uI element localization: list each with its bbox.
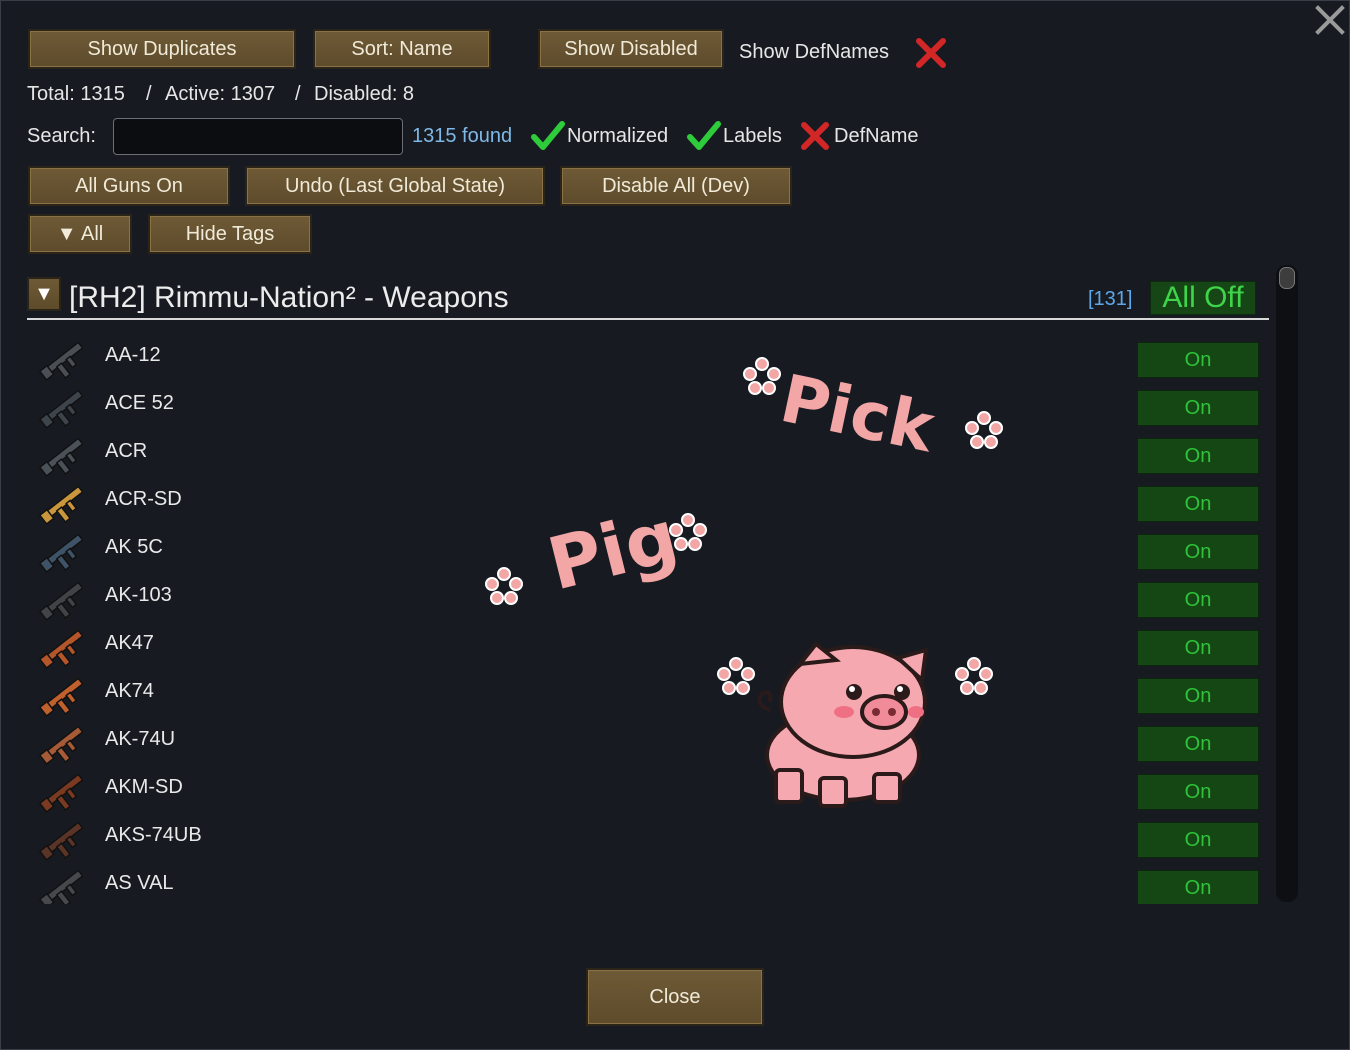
weapon-name: AK 5C bbox=[105, 536, 163, 558]
weapon-name: AK-74U bbox=[105, 728, 176, 750]
disable-all-button[interactable]: Disable All (Dev) bbox=[560, 166, 792, 206]
weapon-row: AKM-SD On bbox=[27, 764, 1267, 813]
show-disabled-button[interactable]: Show Disabled bbox=[538, 29, 724, 69]
weapon-icon bbox=[38, 534, 83, 573]
stats-separator: / bbox=[295, 83, 301, 105]
weapon-name: ACR bbox=[105, 440, 148, 462]
all-guns-on-button[interactable]: All Guns On bbox=[28, 166, 230, 206]
group-title: [RH2] Rimmu-Nation² - Weapons bbox=[69, 281, 509, 314]
flower-icon bbox=[955, 657, 993, 695]
weapon-toggle-button[interactable]: On bbox=[1137, 582, 1259, 618]
active-count: Active: 1307 bbox=[165, 83, 276, 105]
pig-icon bbox=[757, 641, 929, 808]
weapon-toggle-button[interactable]: On bbox=[1137, 438, 1259, 474]
weapon-row: AA-12 On bbox=[27, 332, 1267, 381]
weapon-name: AK47 bbox=[105, 632, 154, 654]
weapon-toggle-button[interactable]: On bbox=[1137, 534, 1259, 570]
search-input[interactable] bbox=[113, 118, 403, 155]
show-defnames-label[interactable]: Show DefNames bbox=[739, 41, 889, 64]
defname-filter-label[interactable]: DefName bbox=[834, 125, 918, 148]
weapon-row: AKS-74UB On bbox=[27, 812, 1267, 861]
weapon-icon bbox=[38, 486, 83, 525]
stats-separator: / bbox=[146, 83, 152, 105]
weapon-toggle-button[interactable]: On bbox=[1137, 774, 1259, 810]
weapon-icon bbox=[38, 438, 83, 477]
header-divider bbox=[27, 318, 1269, 320]
weapon-toggle-button[interactable]: On bbox=[1137, 630, 1259, 666]
weapon-name: AK74 bbox=[105, 680, 154, 702]
weapon-toggle-button[interactable]: On bbox=[1137, 870, 1259, 904]
red-x-icon[interactable] bbox=[914, 36, 948, 70]
weapon-toggle-button[interactable]: On bbox=[1137, 678, 1259, 714]
weapon-toggle-button[interactable]: On bbox=[1137, 390, 1259, 426]
weapon-row: AK74 On bbox=[27, 668, 1267, 717]
labels-filter-label[interactable]: Labels bbox=[723, 125, 782, 148]
weapon-icon bbox=[38, 390, 83, 429]
weapon-row: ACR On bbox=[27, 428, 1267, 477]
weapon-icon bbox=[38, 342, 83, 381]
sort-button[interactable]: Sort: Name bbox=[313, 29, 491, 69]
weapon-icon bbox=[38, 678, 83, 717]
flower-icon bbox=[743, 357, 781, 395]
weapon-toggle-button[interactable]: On bbox=[1137, 486, 1259, 522]
found-count: 1315 found bbox=[412, 125, 513, 147]
check-icon[interactable] bbox=[687, 121, 721, 151]
weapon-row: ACE 52 On bbox=[27, 380, 1267, 429]
all-off-button[interactable]: All Off bbox=[1150, 281, 1256, 315]
flower-icon bbox=[965, 411, 1003, 449]
undo-button[interactable]: Undo (Last Global State) bbox=[245, 166, 545, 206]
weapon-row: AK47 On bbox=[27, 620, 1267, 669]
weapon-name: AA-12 bbox=[105, 344, 161, 366]
weapon-row: AK-74U On bbox=[27, 716, 1267, 765]
weapon-row: AS VAL On bbox=[27, 860, 1267, 904]
search-label: Search: bbox=[27, 125, 96, 147]
flower-icon bbox=[485, 567, 523, 605]
normalized-filter-label[interactable]: Normalized bbox=[567, 125, 668, 148]
close-window-icon[interactable] bbox=[1314, 4, 1346, 36]
weapon-name: AKM-SD bbox=[105, 776, 183, 798]
scrollbar-track[interactable] bbox=[1276, 265, 1298, 902]
weapon-icon bbox=[38, 822, 83, 861]
weapon-name: ACR-SD bbox=[105, 488, 182, 510]
weapon-name: AKS-74UB bbox=[105, 824, 202, 846]
flower-icon bbox=[669, 513, 707, 551]
group-count: [131] bbox=[1088, 288, 1133, 310]
all-dropdown-button[interactable]: ▼ All bbox=[28, 214, 132, 254]
weapon-name: AK-103 bbox=[105, 584, 172, 606]
collapse-group-button[interactable]: ▼ bbox=[27, 277, 61, 311]
show-duplicates-button[interactable]: Show Duplicates bbox=[28, 29, 296, 69]
weapon-icon bbox=[38, 870, 83, 904]
weapon-toggle-button[interactable]: On bbox=[1137, 822, 1259, 858]
scrollbar-thumb[interactable] bbox=[1279, 267, 1295, 289]
weapon-icon bbox=[38, 726, 83, 765]
weapon-name: AS VAL bbox=[105, 872, 174, 894]
weapon-icon bbox=[38, 774, 83, 813]
close-button[interactable]: Close bbox=[586, 968, 764, 1026]
weapon-list: AA-12 On ACE 52 On ACR On ACR-SD On AK 5C On AK-10… bbox=[27, 332, 1267, 904]
disabled-count: Disabled: 8 bbox=[314, 83, 415, 105]
weapon-name: ACE 52 bbox=[105, 392, 174, 414]
weapon-toggle-button[interactable]: On bbox=[1137, 726, 1259, 762]
weapon-toggle-button[interactable]: On bbox=[1137, 342, 1259, 378]
hide-tags-button[interactable]: Hide Tags bbox=[148, 214, 312, 254]
total-count: Total: 1315 bbox=[27, 83, 125, 105]
red-x-icon[interactable] bbox=[799, 120, 831, 152]
weapon-icon bbox=[38, 582, 83, 621]
weapon-icon bbox=[38, 630, 83, 669]
check-icon[interactable] bbox=[531, 121, 565, 151]
